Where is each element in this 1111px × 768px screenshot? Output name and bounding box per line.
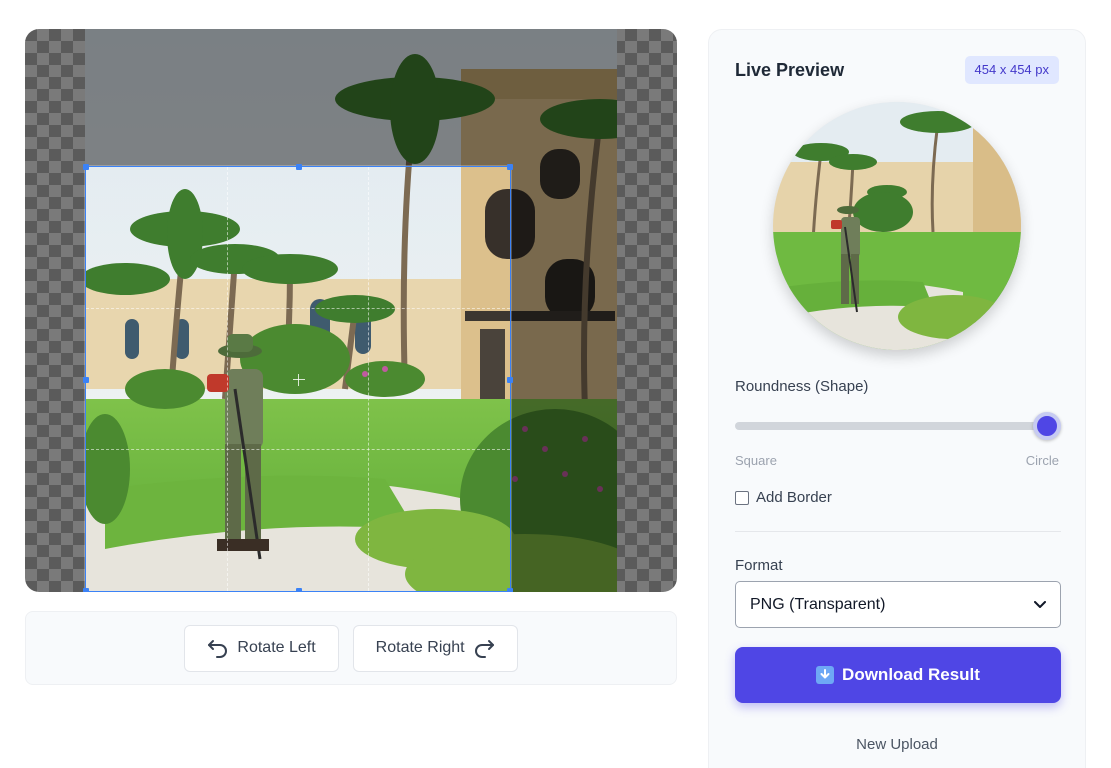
add-border-label: Add Border (756, 489, 832, 506)
slider-thumb[interactable] (1033, 412, 1061, 440)
roundness-slider[interactable] (735, 411, 1061, 441)
rotate-left-label: Rotate Left (237, 639, 316, 656)
download-label: Download Result (842, 665, 980, 684)
section-divider (735, 531, 1061, 532)
crop-guide-v1 (227, 167, 229, 591)
new-upload-link[interactable]: New Upload (709, 736, 1085, 753)
roundness-label: Roundness (Shape) (735, 378, 869, 395)
rotate-right-label: Rotate Right (375, 639, 465, 656)
crop-selection[interactable] (83, 164, 513, 592)
rotate-left-icon (207, 638, 229, 658)
rotate-right-button[interactable]: Rotate Right (352, 624, 518, 672)
format-label: Format (735, 557, 783, 574)
format-selected-value: PNG (Transparent) (750, 595, 886, 613)
crop-editor[interactable] (25, 29, 677, 592)
panel-title: Live Preview (735, 60, 845, 80)
crop-handle-s[interactable] (296, 588, 302, 592)
slider-max-label: Circle (1025, 453, 1059, 468)
crop-guide-h2 (86, 449, 510, 451)
crop-handle-sw[interactable] (83, 588, 89, 592)
crop-handle-n[interactable] (296, 164, 302, 170)
crop-center-marker (293, 374, 305, 386)
crop-handle-w[interactable] (83, 377, 89, 383)
rotate-right-icon (473, 638, 495, 658)
add-border-checkbox[interactable] (735, 490, 749, 505)
crop-guide-v2 (368, 167, 370, 591)
download-icon (816, 666, 835, 684)
crop-handle-ne[interactable] (507, 164, 513, 170)
size-badge: 454 x 454 px (964, 56, 1059, 84)
slider-min-label: Square (735, 453, 777, 468)
crop-handle-nw[interactable] (83, 164, 89, 170)
format-select[interactable]: PNG (Transparent) (735, 581, 1061, 628)
rotate-toolbar: Rotate Left Rotate Right (25, 611, 677, 685)
preview-panel: Live Preview 454 x 454 px Roundness (Sha… (708, 29, 1086, 768)
crop-handle-e[interactable] (507, 377, 513, 383)
chevron-down-icon (1034, 596, 1046, 614)
download-button[interactable]: Download Result (735, 647, 1061, 703)
add-border-option[interactable]: Add Border (735, 489, 832, 506)
rotate-left-button[interactable]: Rotate Left (184, 624, 339, 672)
live-preview-image (773, 102, 1021, 350)
slider-track (735, 422, 1047, 430)
crop-handle-se[interactable] (507, 588, 513, 592)
crop-guide-h1 (86, 308, 510, 310)
